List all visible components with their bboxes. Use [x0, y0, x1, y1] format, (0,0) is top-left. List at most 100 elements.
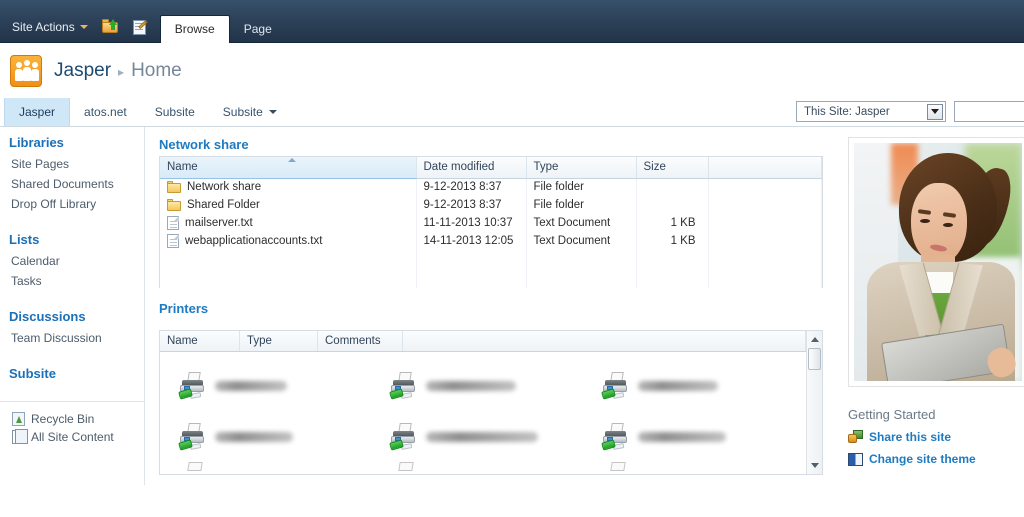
file-size-cell: 1 KB [636, 214, 709, 232]
search-scope-select[interactable]: This Site: Jasper [796, 101, 946, 122]
sidebar-item-all-site-content[interactable]: All Site Content [12, 428, 144, 446]
nav-tab-subsite-1[interactable]: Subsite [141, 98, 209, 126]
file-type-cell: Text Document [526, 214, 637, 232]
sidebar-heading-discussions[interactable]: Discussions [9, 309, 144, 324]
scrollbar-thumb[interactable] [808, 348, 821, 370]
table-row[interactable]: webapplicationaccounts.txt 14-11-2013 12… [160, 232, 822, 250]
file-date-cell: 11-11-2013 10:37 [416, 214, 527, 232]
nav-tab-jasper-label: Jasper [19, 105, 56, 119]
printer-name-redacted [637, 380, 718, 391]
printers-list: Name Type Comments [159, 330, 823, 475]
sidebar-item-team-discussion[interactable]: Team Discussion [9, 328, 144, 348]
breadcrumb-separator-icon: ▸ [118, 64, 125, 79]
getting-started-title: Getting Started [848, 407, 936, 422]
list-item[interactable] [166, 411, 377, 462]
ribbon-left-controls: Site Actions [0, 18, 150, 42]
navigate-up-icon[interactable] [101, 18, 121, 36]
list-item[interactable] [166, 360, 377, 411]
file-size-cell: 1 KB [636, 232, 709, 250]
sidebar-item-shared-documents[interactable]: Shared Documents [9, 174, 144, 194]
text-file-icon [167, 216, 179, 230]
sidebar-item-site-pages[interactable]: Site Pages [9, 154, 144, 174]
sidebar-heading-lists[interactable]: Lists [9, 232, 144, 247]
list-item[interactable] [589, 360, 800, 411]
column-header-name[interactable]: Name [160, 157, 417, 179]
scroll-up-arrow-icon[interactable] [807, 332, 822, 347]
printers-scrollbar[interactable] [806, 331, 822, 474]
printer-name-redacted [637, 431, 726, 442]
nav-tab-jasper[interactable]: Jasper [4, 98, 71, 126]
printer-icon [389, 371, 419, 400]
site-actions-menu[interactable]: Site Actions [8, 18, 92, 36]
file-date-cell: 9-12-2013 8:37 [416, 196, 527, 214]
table-row[interactable]: mailserver.txt 11-11-2013 10:37 Text Doc… [160, 214, 822, 232]
ribbon-tab-page[interactable]: Page [230, 16, 286, 42]
top-nav-tabs: Jasper atos.net Subsite Subsite [0, 98, 291, 126]
printer-icon [178, 371, 208, 400]
printers-column-comments[interactable]: Comments [318, 331, 403, 351]
list-item[interactable] [377, 411, 588, 462]
column-header-type[interactable]: Type [526, 157, 637, 179]
page-body: Libraries Site Pages Shared Documents Dr… [0, 127, 1024, 485]
nav-tab-subsite-2[interactable]: Subsite [209, 98, 291, 126]
printers-webpart-title: Printers [159, 301, 209, 316]
column-header-date-modified[interactable]: Date modified [416, 157, 527, 179]
search-area: This Site: Jasper [796, 101, 1024, 122]
change-theme-label: Change site theme [869, 452, 976, 466]
printers-column-type[interactable]: Type [240, 331, 318, 351]
breadcrumb-site[interactable]: Jasper [54, 60, 111, 82]
nav-tab-atosnet[interactable]: atos.net [70, 98, 141, 126]
file-type-cell: Text Document [526, 232, 637, 250]
file-size-cell [636, 178, 709, 196]
sidebar-heading-subsite[interactable]: Subsite [9, 366, 144, 381]
main-content: Network share Name Date modified Type Si… [145, 127, 838, 485]
chevron-down-icon [79, 25, 88, 29]
column-header-spacer [708, 157, 822, 179]
table-empty-space [160, 250, 822, 288]
printers-grid [160, 352, 806, 513]
sidebar-item-recycle-bin[interactable]: Recycle Bin [12, 410, 144, 428]
site-logo-icon[interactable] [10, 54, 42, 87]
printer-name-redacted [426, 380, 517, 391]
sidebar-heading-libraries[interactable]: Libraries [9, 135, 144, 150]
table-row[interactable]: Shared Folder 9-12-2013 8:37 File folder [160, 196, 822, 214]
list-item[interactable] [589, 411, 800, 462]
right-column: Getting Started Share this site Change s… [838, 127, 1024, 485]
printers-column-name[interactable]: Name [160, 331, 240, 351]
list-item-partial[interactable] [377, 462, 588, 513]
list-item[interactable] [377, 360, 588, 411]
share-site-icon [848, 430, 863, 444]
list-item-partial[interactable] [589, 462, 800, 513]
file-name-cell: Shared Folder [160, 196, 417, 214]
getting-started-link-share-site[interactable]: Share this site [848, 430, 1024, 444]
file-spacer-cell [708, 214, 822, 232]
file-name-label: mailserver.txt [185, 217, 253, 229]
sidebar-item-calendar[interactable]: Calendar [9, 251, 144, 271]
site-actions-label: Site Actions [12, 20, 75, 34]
file-table: Name Date modified Type Size Network sha… [160, 157, 822, 288]
search-scope-label: This Site: Jasper [804, 105, 890, 118]
ribbon-tab-browse[interactable]: Browse [159, 15, 230, 43]
printers-column-spacer [403, 331, 806, 351]
search-scope-dropdown-button[interactable] [927, 103, 943, 120]
folder-icon [167, 181, 181, 194]
edit-page-icon[interactable] [130, 18, 150, 36]
table-row[interactable]: Network share 9-12-2013 8:37 File folder [160, 178, 822, 196]
file-table-body: Network share 9-12-2013 8:37 File folder [160, 178, 822, 288]
list-item-partial[interactable] [166, 462, 377, 513]
getting-started-link-change-theme[interactable]: Change site theme [848, 452, 1024, 466]
search-input[interactable] [954, 101, 1024, 122]
file-name-cell: Network share [160, 178, 417, 196]
file-date-cell: 9-12-2013 8:37 [416, 178, 527, 196]
file-spacer-cell [708, 196, 822, 214]
file-name-label: Network share [187, 181, 262, 194]
column-header-size[interactable]: Size [636, 157, 709, 179]
sidebar-item-drop-off-library[interactable]: Drop Off Library [9, 194, 144, 214]
file-name-label: Shared Folder [187, 199, 260, 211]
file-type-cell: File folder [526, 178, 637, 196]
recycle-bin-icon [12, 412, 25, 426]
scroll-down-arrow-icon[interactable] [807, 458, 822, 473]
site-title-row: Jasper ▸ Home [0, 43, 1024, 98]
sidebar-item-tasks[interactable]: Tasks [9, 271, 144, 291]
printer-name-redacted [426, 431, 539, 442]
